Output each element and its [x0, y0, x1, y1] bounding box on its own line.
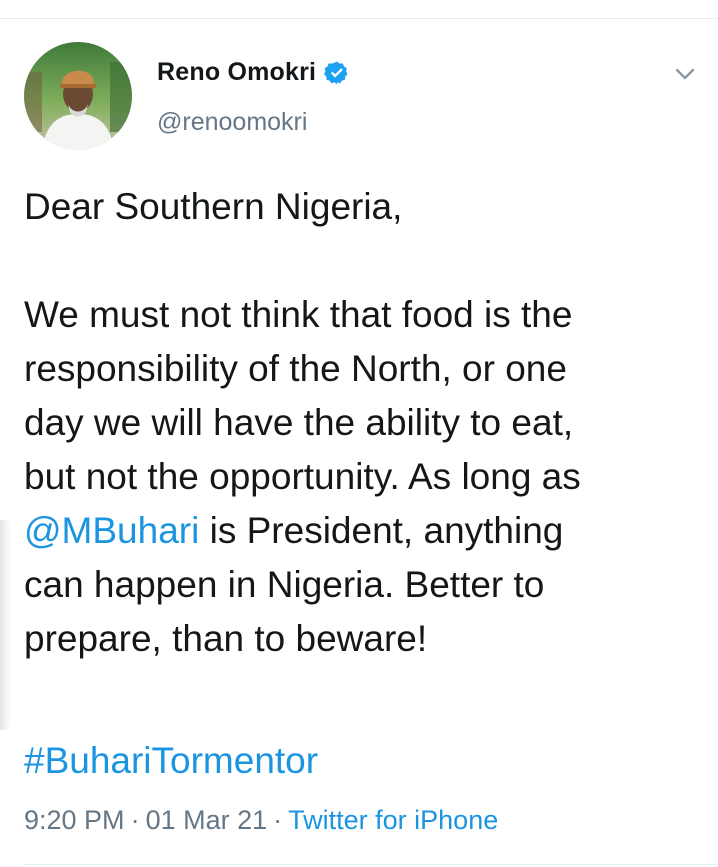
tweet-line: responsibility of the North, or one — [24, 348, 567, 389]
author-name-row[interactable]: Reno Omokri — [157, 58, 350, 87]
tweet-body: Dear Southern Nigeria, We must not think… — [24, 180, 704, 666]
tweet-line: can happen in Nigeria. Better to — [24, 564, 545, 605]
bottom-divider — [24, 864, 718, 865]
edge-shadow — [0, 520, 12, 730]
tweet-source-link[interactable]: Twitter for iPhone — [288, 805, 498, 835]
tweet-meta: 9:20 PM · 01 Mar 21 · Twitter for iPhone — [24, 805, 498, 836]
mention-link[interactable]: @MBuhari — [24, 510, 199, 551]
tweet-greeting: Dear Southern Nigeria, — [24, 186, 403, 227]
verified-badge-icon — [324, 61, 348, 84]
tweet-line: but not the opportunity. As long as — [24, 456, 581, 497]
tweet-line: day we will have the ability to eat, — [24, 402, 574, 443]
meta-separator: · — [130, 805, 140, 835]
author-handle[interactable]: @renoomokri — [157, 108, 307, 137]
tweet-time: 9:20 PM — [24, 805, 125, 835]
top-divider — [0, 18, 718, 19]
tweet-date: 01 Mar 21 — [145, 805, 268, 835]
author-name[interactable]: Reno Omokri — [157, 58, 316, 87]
tweet-line: We must not think that food is the — [24, 294, 573, 335]
meta-separator: · — [273, 805, 283, 835]
tweet-line-text: is President, anything — [199, 510, 564, 551]
hashtag-link[interactable]: #BuhariTormentor — [24, 740, 318, 782]
tweet-line: @MBuhari is President, anything — [24, 504, 704, 558]
tweet-line: prepare, than to beware! — [24, 618, 428, 659]
chevron-down-icon[interactable] — [670, 62, 700, 86]
avatar[interactable] — [24, 42, 132, 150]
